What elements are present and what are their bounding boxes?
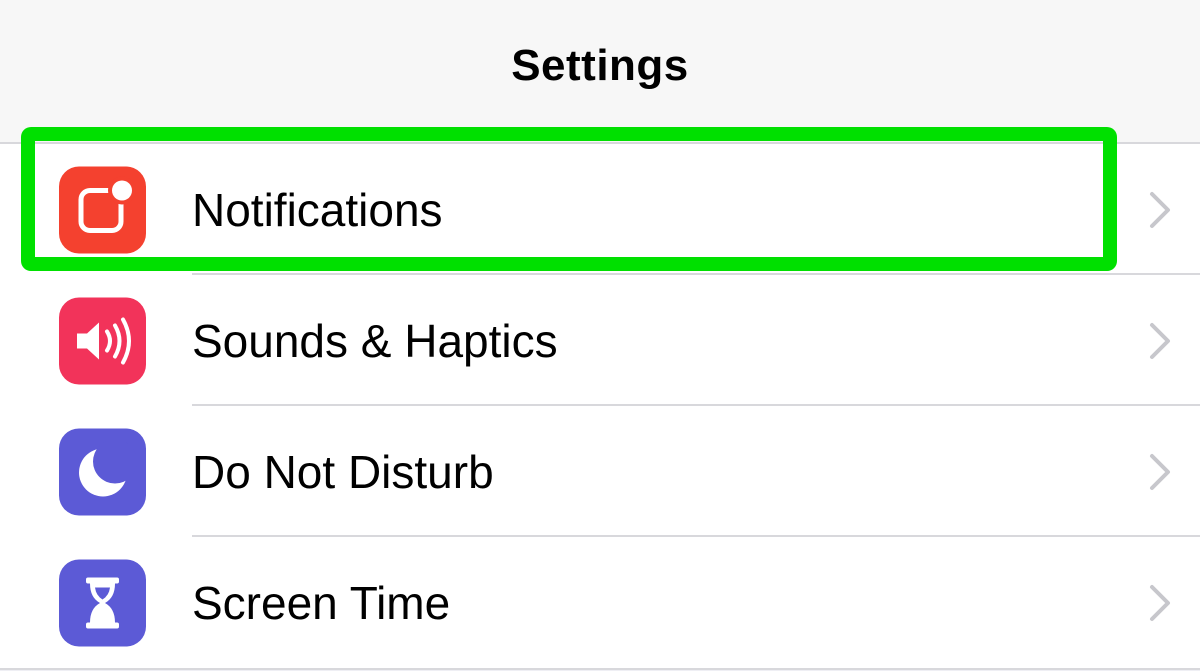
row-label: Screen Time xyxy=(192,576,451,629)
settings-row-notifications[interactable]: Notifications xyxy=(0,144,1200,275)
chevron-right-icon xyxy=(1150,453,1170,490)
settings-row-sounds-haptics[interactable]: Sounds & Haptics xyxy=(0,275,1200,406)
settings-list: Notifications Sounds & Haptics Do Not Di… xyxy=(0,142,1200,670)
settings-row-screen-time[interactable]: Screen Time xyxy=(0,537,1200,668)
row-label: Do Not Disturb xyxy=(192,445,494,498)
chevron-right-icon xyxy=(1150,584,1170,621)
page-title: Settings xyxy=(511,41,689,90)
settings-row-do-not-disturb[interactable]: Do Not Disturb xyxy=(0,406,1200,537)
chevron-right-icon xyxy=(1150,191,1170,228)
speaker-icon xyxy=(59,297,146,384)
navigation-bar: Settings xyxy=(0,0,1200,142)
notifications-icon xyxy=(59,166,146,253)
row-label: Sounds & Haptics xyxy=(192,314,558,367)
moon-icon xyxy=(59,428,146,515)
chevron-right-icon xyxy=(1150,322,1170,359)
hourglass-icon xyxy=(59,559,146,646)
row-label: Notifications xyxy=(192,183,443,236)
